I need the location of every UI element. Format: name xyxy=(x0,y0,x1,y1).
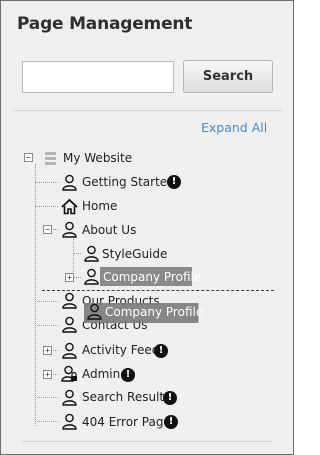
user-page-icon xyxy=(84,268,99,285)
drag-ghost-label: Company Profile xyxy=(105,305,204,319)
user-page-icon xyxy=(62,174,77,191)
user-page-icon xyxy=(62,342,77,359)
tree-node-label[interactable]: Activity Feed xyxy=(82,342,159,358)
warning-icon: ! xyxy=(154,344,168,358)
tree-node-label[interactable]: 404 Error Page xyxy=(82,414,171,430)
drop-position-indicator xyxy=(42,290,274,291)
tree-connector xyxy=(35,397,58,398)
user-page-icon xyxy=(62,316,77,333)
user-page-icon xyxy=(62,292,77,309)
warning-icon: ! xyxy=(163,391,177,405)
tree-connector xyxy=(35,164,36,426)
search-input[interactable] xyxy=(22,61,174,93)
tree-node-label[interactable]: Admin xyxy=(82,366,120,382)
user-page-icon xyxy=(62,221,77,238)
warning-icon: ! xyxy=(121,368,135,382)
locked-user-page-icon xyxy=(61,365,77,382)
collapse-toggle[interactable]: − xyxy=(43,225,52,234)
site-root-icon xyxy=(45,152,56,165)
tree-node-label[interactable]: My Website xyxy=(63,150,132,166)
panel-title: Page Management xyxy=(17,14,193,34)
home-icon xyxy=(61,198,78,215)
tree-node-label[interactable]: Home xyxy=(82,198,117,214)
tree-connector xyxy=(73,277,81,278)
tree-node-label[interactable]: StyleGuide xyxy=(102,246,167,262)
tree-connector xyxy=(73,236,74,278)
tree-connector xyxy=(35,182,58,183)
tree-node-label[interactable]: About Us xyxy=(82,222,136,238)
user-page-icon xyxy=(62,389,77,406)
tree-connector xyxy=(35,421,58,422)
expand-toggle[interactable]: + xyxy=(65,273,74,282)
expand-toggle[interactable]: + xyxy=(43,370,52,379)
tree-connector xyxy=(35,206,58,207)
warning-icon: ! xyxy=(164,415,178,429)
tree-node-label[interactable]: Company Profile xyxy=(103,269,201,285)
tree-connector xyxy=(73,253,81,254)
tree-connector xyxy=(35,325,58,326)
expand-all-link[interactable]: Expand All xyxy=(201,120,267,135)
warning-icon: ! xyxy=(167,175,181,189)
tree-node-label[interactable]: Getting Started xyxy=(82,174,175,190)
user-page-icon xyxy=(87,303,102,320)
user-page-icon xyxy=(84,245,99,262)
tree-connector xyxy=(35,301,58,302)
expand-toggle[interactable]: + xyxy=(43,346,52,355)
panel-divider xyxy=(22,441,273,442)
tree-node-label[interactable]: Search Results xyxy=(82,389,170,405)
search-button[interactable]: Search xyxy=(183,60,273,93)
user-page-icon xyxy=(62,413,77,430)
collapse-toggle[interactable]: − xyxy=(24,153,33,162)
